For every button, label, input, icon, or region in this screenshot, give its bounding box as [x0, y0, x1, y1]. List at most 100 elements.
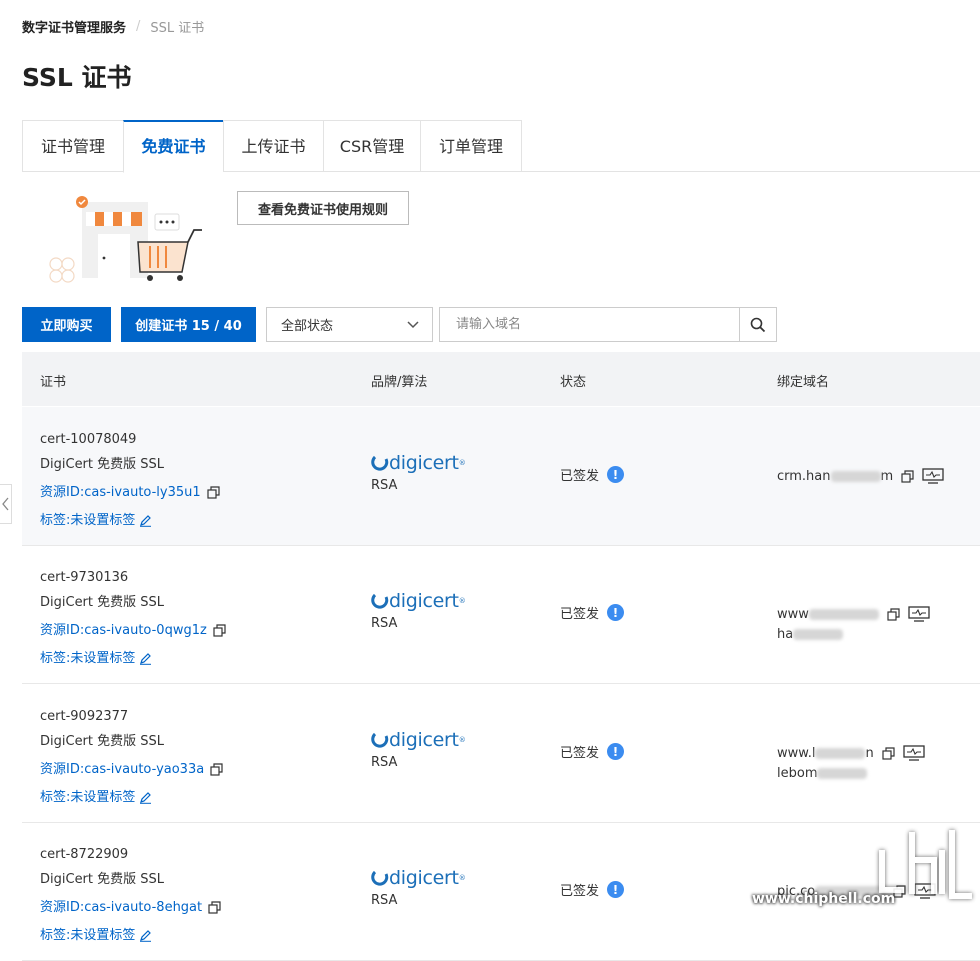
tab-divider	[519, 171, 980, 172]
status-cell: 已签发 !	[560, 465, 625, 484]
monitor-icon[interactable]	[908, 606, 930, 622]
chiphell-watermark-logo	[879, 830, 972, 899]
breadcrumb-service-link[interactable]: 数字证书管理服务	[22, 17, 126, 36]
copy-icon[interactable]	[887, 608, 900, 621]
table-row: cert-10078049 DigiCert 免费版 SSL 资源ID:cas-…	[22, 407, 980, 546]
monitor-icon[interactable]	[903, 745, 925, 761]
resource-id-text: 资源ID:cas-ivauto-8ehgat	[40, 900, 203, 915]
brand-cell: digicert ® RSA	[371, 729, 466, 770]
view-free-cert-rules-button[interactable]: 查看免费证书使用规则	[237, 191, 409, 225]
info-icon[interactable]: !	[607, 604, 625, 621]
breadcrumb: 数字证书管理服务 / SSL 证书	[22, 17, 204, 36]
tab-bar: 证书管理 免费证书 上传证书 CSR管理 订单管理	[22, 120, 522, 173]
domain-search-input[interactable]	[454, 308, 748, 341]
resource-id: 资源ID:cas-ivauto-yao33a	[40, 757, 223, 782]
domain-cell: crm.han m	[777, 467, 944, 487]
copy-icon[interactable]	[207, 486, 220, 499]
brand-name: digicert	[389, 867, 459, 889]
tab-upload-cert[interactable]: 上传证书	[223, 120, 323, 172]
cert-cell: cert-9092377 DigiCert 免费版 SSL 资源ID:cas-i…	[40, 704, 223, 810]
column-header-cert: 证书	[40, 375, 67, 390]
copy-icon[interactable]	[210, 763, 223, 776]
brand-cell: digicert ® RSA	[371, 867, 466, 908]
algorithm: RSA	[371, 478, 398, 493]
info-icon[interactable]: !	[607, 743, 625, 760]
redacted-domain	[808, 609, 879, 620]
tab-cert-management[interactable]: 证书管理	[22, 120, 123, 172]
domain-line1: crm.han	[777, 469, 831, 484]
copy-icon[interactable]	[213, 624, 226, 637]
tag-link[interactable]: 标签:未设置标签	[40, 785, 223, 810]
info-icon[interactable]: !	[607, 881, 625, 898]
breadcrumb-separator: /	[136, 19, 141, 34]
tab-csr-management[interactable]: CSR管理	[323, 120, 420, 172]
tab-free-cert[interactable]: 免费证书	[123, 120, 223, 173]
status-cell: 已签发 !	[560, 880, 625, 899]
brand-cell: digicert ® RSA	[371, 452, 466, 493]
redacted-domain	[793, 629, 844, 640]
domain-line1: www.l	[777, 746, 816, 761]
cert-name: cert-8722909	[40, 847, 129, 862]
domain-tail: n	[865, 746, 874, 761]
edit-icon[interactable]	[139, 791, 152, 804]
algorithm: RSA	[371, 893, 398, 908]
search-button[interactable]	[739, 308, 776, 341]
cert-name: cert-9730136	[40, 570, 129, 585]
tab-order-management[interactable]: 订单管理	[420, 120, 522, 172]
digicert-logo: digicert ®	[371, 590, 466, 612]
redacted-domain	[830, 471, 881, 482]
resource-id: 资源ID:cas-ivauto-0qwg1z	[40, 618, 226, 643]
status-filter-value: 全部状态	[281, 319, 334, 334]
chevron-left-icon	[1, 497, 8, 511]
sidebar-collapse-handle[interactable]	[0, 484, 12, 524]
create-cert-button[interactable]: 创建证书 15 / 40	[121, 307, 256, 342]
redacted-domain	[815, 748, 866, 759]
info-icon[interactable]: !	[607, 466, 625, 483]
domain-cell: www ha	[777, 605, 930, 645]
resource-id-text: 资源ID:cas-ivauto-0qwg1z	[40, 623, 207, 638]
digicert-logo: digicert ®	[371, 452, 466, 474]
watermark-text: www.chiphell.com	[752, 891, 896, 907]
tag-link[interactable]: 标签:未设置标签	[40, 508, 220, 533]
domain-tail: m	[880, 469, 894, 484]
edit-icon[interactable]	[139, 652, 152, 665]
status-text: 已签发	[560, 469, 600, 484]
resource-id-text: 资源ID:cas-ivauto-yao33a	[40, 762, 205, 777]
brand-name: digicert	[389, 452, 459, 474]
domain-text: www.l n lebom	[777, 744, 874, 784]
chevron-down-icon	[407, 321, 419, 329]
copy-icon[interactable]	[208, 901, 221, 914]
breadcrumb-current: SSL 证书	[150, 21, 205, 36]
digicert-mark-icon	[371, 593, 389, 609]
tag-link[interactable]: 标签:未设置标签	[40, 646, 226, 671]
monitor-icon[interactable]	[922, 468, 944, 484]
table-row: cert-9092377 DigiCert 免费版 SSL 资源ID:cas-i…	[22, 684, 980, 823]
domain-cell: www.l n lebom	[777, 744, 925, 784]
copy-icon[interactable]	[901, 470, 914, 483]
digicert-logo: digicert ®	[371, 867, 466, 889]
status-text: 已签发	[560, 746, 600, 761]
cert-cell: cert-8722909 DigiCert 免费版 SSL 资源ID:cas-i…	[40, 842, 221, 948]
algorithm: RSA	[371, 755, 398, 770]
status-text: 已签发	[560, 884, 600, 899]
brand-name: digicert	[389, 590, 459, 612]
cert-cell: cert-10078049 DigiCert 免费版 SSL 资源ID:cas-…	[40, 427, 220, 533]
shop-cart-illustration	[49, 196, 202, 283]
buy-now-button[interactable]: 立即购买	[22, 307, 111, 342]
cert-name: cert-9092377	[40, 709, 129, 724]
column-header-status: 状态	[560, 375, 587, 390]
tag-text: 标签:未设置标签	[40, 513, 136, 528]
brand-name: digicert	[389, 729, 459, 751]
digicert-mark-icon	[371, 455, 389, 471]
digicert-mark-icon	[371, 870, 389, 886]
domain-text: crm.han m	[777, 467, 893, 487]
copy-icon[interactable]	[882, 747, 895, 760]
resource-id-text: 资源ID:cas-ivauto-ly35u1	[40, 485, 201, 500]
cert-name: cert-10078049	[40, 432, 137, 447]
brand-cell: digicert ® RSA	[371, 590, 466, 631]
domain-line2: ha	[777, 627, 794, 642]
status-filter-select[interactable]: 全部状态	[266, 307, 433, 342]
cert-type: DigiCert 免费版 SSL	[40, 595, 165, 610]
edit-icon[interactable]	[139, 514, 152, 527]
tag-text: 标签:未设置标签	[40, 651, 136, 666]
